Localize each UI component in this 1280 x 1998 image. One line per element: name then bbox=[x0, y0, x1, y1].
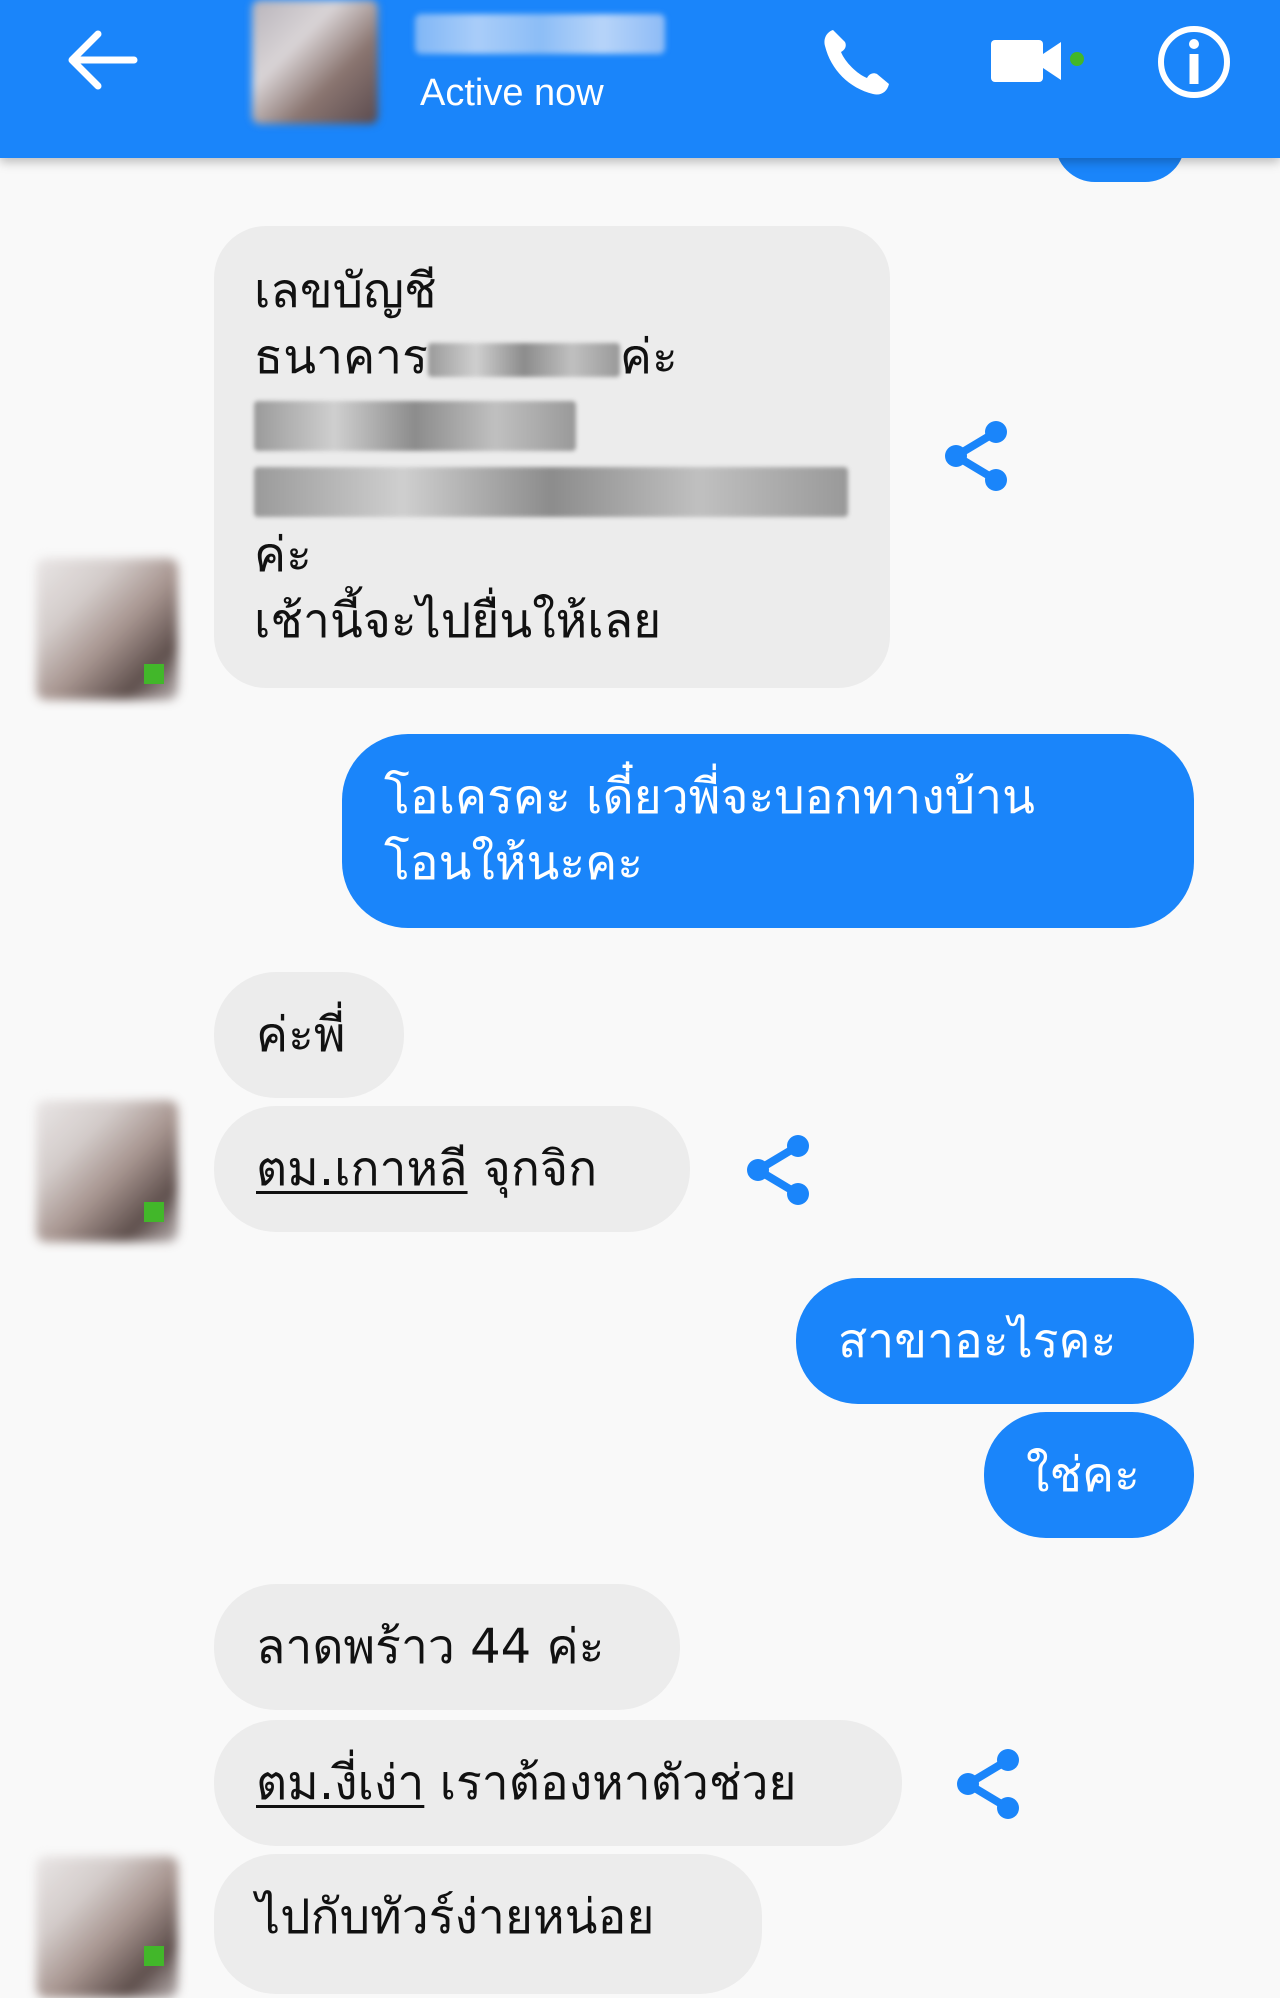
account-name-redacted bbox=[254, 456, 890, 522]
message-outgoing[interactable]: สาขาอะไรคะ bbox=[796, 1278, 1194, 1404]
chat-header: Active now bbox=[0, 0, 1280, 158]
share-icon[interactable] bbox=[740, 1130, 816, 1210]
message-incoming[interactable]: ไปกับทัวร์ง่ายหน่อย bbox=[214, 1854, 762, 1994]
contact-avatar[interactable] bbox=[252, 0, 378, 124]
message-incoming[interactable]: ค่ะพี่ bbox=[214, 972, 404, 1098]
message-text: ค่ะ bbox=[254, 527, 312, 583]
message-text: ไปกับทัวร์ง่ายหน่อย bbox=[256, 1889, 655, 1945]
message-incoming[interactable]: เลขบัญชี ธนาคาร ค่ะ ค่ะ เช้านี้จะไปยื่นให… bbox=[214, 226, 890, 688]
account-number-redacted bbox=[254, 390, 890, 456]
message-incoming[interactable]: ตม.เกาหลี จุกจิก bbox=[214, 1106, 690, 1232]
message-text: สาขาอะไรคะ bbox=[838, 1313, 1117, 1369]
info-icon[interactable] bbox=[1154, 22, 1234, 102]
phone-icon[interactable] bbox=[815, 22, 895, 102]
online-indicator bbox=[144, 1202, 164, 1222]
message-text: โอนให้นะคะ bbox=[384, 835, 643, 891]
message-text: โอเครคะ เดี๋ยวพี่จะบอกทางบ้าน bbox=[384, 769, 1035, 825]
share-icon[interactable] bbox=[950, 1744, 1026, 1824]
message-text: ค่ะพี่ bbox=[256, 1007, 346, 1063]
message-text: ลาดพร้าว 44 ค่ะ bbox=[256, 1619, 605, 1675]
bank-name-redacted bbox=[427, 343, 620, 377]
sender-avatar[interactable] bbox=[36, 1856, 178, 1998]
back-arrow-icon[interactable] bbox=[62, 26, 142, 94]
message-text: เลขบัญชี bbox=[254, 263, 437, 319]
message-outgoing[interactable]: ใช่คะ bbox=[984, 1412, 1194, 1538]
message-text: จุกจิก bbox=[467, 1141, 598, 1197]
online-indicator bbox=[144, 664, 164, 684]
active-status: Active now bbox=[420, 72, 604, 114]
message-outgoing[interactable]: โอเครคะ เดี๋ยวพี่จะบอกทางบ้าน โอนให้นะคะ bbox=[342, 734, 1194, 928]
message-text: ธนาคาร ค่ะ bbox=[254, 324, 890, 390]
share-icon[interactable] bbox=[938, 416, 1014, 496]
message-text: เช้านี้จะไปยื่นให้เลย bbox=[254, 593, 662, 649]
contact-name-redacted[interactable] bbox=[415, 14, 665, 54]
video-icon[interactable] bbox=[985, 30, 1085, 90]
message-link[interactable]: ตม.เกาหลี bbox=[256, 1141, 468, 1197]
message-text: ใช่คะ bbox=[1026, 1447, 1140, 1503]
online-indicator bbox=[144, 1946, 164, 1966]
message-incoming[interactable]: ลาดพร้าว 44 ค่ะ bbox=[214, 1584, 680, 1710]
message-incoming[interactable]: ตม.งี่เง่า เราต้องหาตัวช่วย bbox=[214, 1720, 902, 1846]
message-text: เราต้องหาตัวช่วย bbox=[424, 1755, 797, 1811]
message-text: ค่ะ bbox=[619, 329, 678, 385]
message-text: ธนาคาร bbox=[254, 329, 428, 385]
message-link[interactable]: ตม.งี่เง่า bbox=[256, 1755, 424, 1811]
